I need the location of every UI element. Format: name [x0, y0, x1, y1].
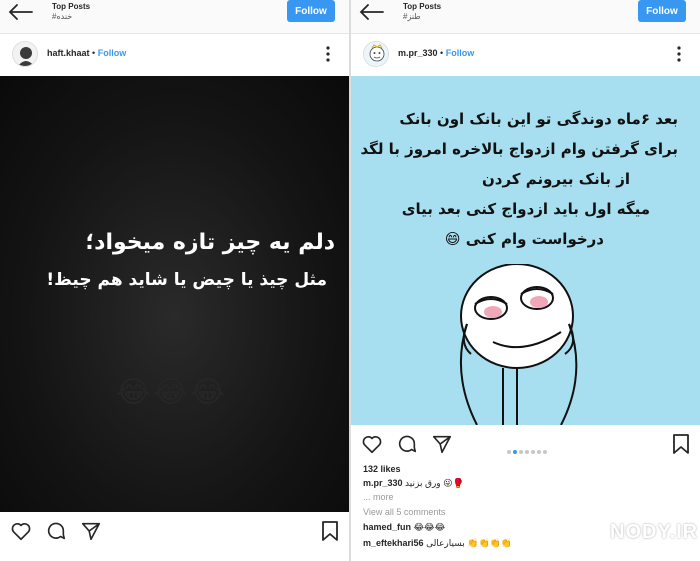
comment-text: بسیارعالی 👏👏👏👏	[426, 538, 513, 548]
carousel-dot	[519, 450, 523, 454]
more-options-icon[interactable]	[325, 45, 331, 63]
carousel-dot	[531, 450, 535, 454]
bookmark-icon[interactable]	[672, 433, 690, 455]
carousel-dot	[543, 450, 547, 454]
comment-icon[interactable]	[396, 433, 418, 455]
avatar[interactable]	[12, 41, 38, 67]
left-topbar: Top Posts #خنده Follow	[0, 0, 349, 34]
comment-username[interactable]: hamed_fun	[363, 522, 411, 532]
image-text-line: برای گرفتن وام ازدواج بالاخره امروز با ل…	[360, 140, 678, 158]
topbar-title: Top Posts	[403, 2, 442, 11]
right-post-header: m.pr_330 • Follow	[351, 34, 700, 76]
image-text-line: مثل چیذ یا چیض یا شاید هم چیظ!	[46, 270, 327, 290]
carousel-dot	[513, 450, 517, 454]
image-text-line: بعد ۶ماه دوندگی تو این بانک اون بانک	[399, 110, 678, 128]
back-arrow-icon[interactable]	[6, 2, 34, 22]
post-image[interactable]: بعد ۶ماه دوندگی تو این بانک اون بانک برا…	[351, 76, 700, 425]
caption-more-link[interactable]: ... more	[363, 492, 394, 502]
right-topbar: Top Posts #طنز Follow	[351, 0, 700, 34]
hashtag-follow-button[interactable]: Follow	[287, 0, 335, 22]
comment-row: hamed_fun 😂😂😂	[363, 522, 445, 533]
back-arrow-icon[interactable]	[357, 2, 385, 22]
troll-face-drawing	[459, 264, 578, 425]
like-count[interactable]: 132 likes	[363, 464, 401, 474]
hashtag-label: #طنز	[403, 12, 421, 21]
heart-icon[interactable]	[10, 520, 32, 542]
username-text[interactable]: haft.khaat	[47, 48, 90, 58]
watermark-brand: NODY.IR	[610, 521, 699, 543]
post-username[interactable]: m.pr_330 • Follow	[398, 48, 474, 58]
carousel-indicator	[507, 441, 549, 454]
username-text[interactable]: m.pr_330	[398, 48, 438, 58]
topbar-title: Top Posts	[52, 2, 91, 11]
post-username[interactable]: haft.khaat • Follow	[47, 48, 126, 58]
carousel-dot	[537, 450, 541, 454]
bookmark-icon[interactable]	[321, 520, 339, 542]
laughing-emoji-row: 😂😂😂	[116, 376, 228, 409]
left-post-screen: Top Posts #خنده Follow haft.khaat • Foll…	[0, 0, 349, 561]
comment-icon[interactable]	[45, 520, 67, 542]
post-action-bar	[351, 425, 700, 463]
follow-link[interactable]: Follow	[446, 48, 475, 58]
caption-username[interactable]: m.pr_330	[363, 478, 403, 488]
share-icon[interactable]	[431, 433, 453, 455]
separator-dot: •	[92, 48, 96, 58]
avatar[interactable]	[363, 41, 389, 67]
carousel-dot	[507, 450, 511, 454]
image-text-line: میگه اول باید ازدواج کنی بعد بیای	[401, 200, 650, 218]
image-text-line: از بانک بیرونم کردن	[481, 170, 630, 188]
post-action-bar	[0, 512, 349, 550]
separator-dot: •	[440, 48, 444, 58]
right-post-screen: Top Posts #طنز Follow m.pr_330 • Follow …	[351, 0, 700, 561]
heart-icon[interactable]	[361, 433, 383, 455]
hashtag-label: #خنده	[52, 12, 73, 21]
hashtag-follow-button[interactable]: Follow	[638, 0, 686, 22]
watermark-tagline: نودی | مجموعه عکس جدید	[622, 545, 690, 551]
image-text-line: دلم یه چیز تازه میخواد؛	[85, 230, 335, 255]
more-options-icon[interactable]	[676, 45, 682, 63]
caption-text: ورق بزنید 😜🥊	[405, 478, 464, 488]
post-image[interactable]: دلم یه چیز تازه میخواد؛ مثل چیذ یا چیض ی…	[0, 76, 349, 512]
image-text-line: درخواست وام کنی 😄	[444, 230, 604, 248]
share-icon[interactable]	[80, 520, 102, 542]
comment-text: 😂😂😂	[413, 522, 446, 532]
comment-row: m_eftekhari56 بسیارعالی 👏👏👏👏	[363, 538, 512, 549]
carousel-dot	[525, 450, 529, 454]
follow-link[interactable]: Follow	[98, 48, 127, 58]
comment-username[interactable]: m_eftekhari56	[363, 538, 424, 548]
left-post-header: haft.khaat • Follow	[0, 34, 349, 76]
site-watermark: NODY.IR نودی | مجموعه عکس جدید	[610, 521, 699, 551]
caption: m.pr_330 ورق بزنید 😜🥊	[363, 478, 464, 489]
view-all-comments-link[interactable]: View all 5 comments	[363, 507, 445, 517]
